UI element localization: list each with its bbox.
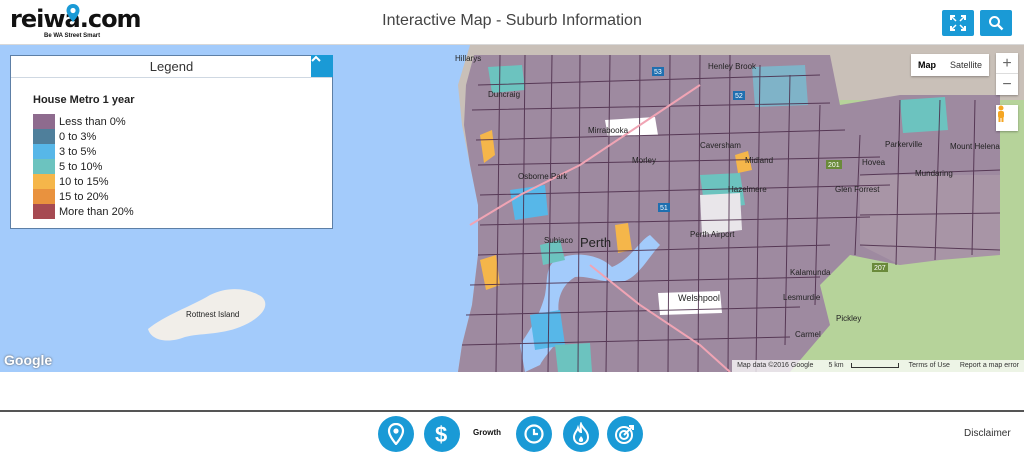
dollar-icon: $ — [435, 422, 447, 446]
map-label: Hovea — [862, 158, 886, 167]
map-label: Parkerville — [885, 140, 923, 149]
map-label: Osborne Park — [518, 172, 568, 181]
svg-text:$: $ — [435, 422, 447, 446]
pegman-icon — [998, 105, 1004, 122]
report-error-link[interactable]: Report a map error — [955, 360, 1024, 372]
map-label: Morley — [632, 156, 656, 165]
zoom-in-button[interactable]: + — [996, 53, 1018, 74]
legend-item: 5 to 10% — [33, 159, 134, 174]
flame-icon — [572, 422, 590, 446]
legend-title: Legend — [11, 56, 332, 78]
map-label: Subiaco — [544, 236, 573, 245]
app-header: reiwa.com Be WA Street Smart Interactive… — [0, 0, 1024, 45]
map-label: Glen Forrest — [835, 185, 880, 194]
map-label: Pickley — [836, 314, 861, 323]
map-label: Caversham — [700, 141, 741, 150]
nav-location-button[interactable] — [378, 416, 414, 452]
map-scale-label: 5 km — [828, 362, 844, 369]
legend-label: Less than 0% — [59, 115, 126, 128]
nav-price-button[interactable]: $ — [424, 416, 460, 452]
legend-swatch — [33, 174, 55, 189]
legend-swatch — [33, 144, 55, 159]
scale-bar — [850, 362, 899, 368]
legend-subtitle: House Metro 1 year — [33, 94, 135, 106]
map-label: Carmel — [795, 330, 821, 339]
map-label: Mirrabooka — [588, 126, 629, 135]
suburb-map[interactable]: 53 52 201 51 207 Hillarys Henley Brook D… — [0, 45, 1024, 372]
page-title: Interactive Map - Suburb Information — [382, 12, 642, 29]
legend-label: 15 to 20% — [59, 190, 109, 203]
legend-item: Less than 0% — [33, 114, 134, 129]
footer-divider — [0, 410, 1024, 412]
map-type-control: Map Satellite — [911, 54, 990, 76]
map-label: Midland — [745, 156, 773, 165]
legend-item: 10 to 15% — [33, 174, 134, 189]
legend-item: 3 to 5% — [33, 144, 134, 159]
road-shield: 53 — [654, 69, 662, 76]
zoom-control: + − — [996, 53, 1018, 95]
search-button[interactable] — [980, 10, 1012, 36]
legend-label: 5 to 10% — [59, 160, 103, 173]
map-type-satellite-button[interactable]: Satellite — [943, 54, 989, 76]
map-pin-icon — [387, 423, 405, 445]
map-label: Perth — [580, 235, 611, 250]
legend-items: Less than 0% 0 to 3% 3 to 5% 5 to 10% 10… — [33, 114, 134, 219]
road-shield: 207 — [874, 265, 886, 272]
map-label: Henley Brook — [708, 62, 757, 71]
map-attribution: Map data ©2016 Google 5 km Terms of Use … — [732, 360, 1024, 372]
map-label: Mundaring — [915, 169, 953, 178]
legend-swatch — [33, 114, 55, 129]
map-label: Perth Airport — [690, 230, 735, 239]
legend-swatch — [33, 189, 55, 204]
map-scale: 5 km — [818, 360, 903, 372]
map-type-map-button[interactable]: Map — [911, 54, 943, 76]
google-logo: Google — [4, 352, 53, 368]
road-shield: 201 — [828, 162, 840, 169]
legend-label: 3 to 5% — [59, 145, 97, 158]
map-label: Hillarys — [455, 54, 481, 63]
logo-tagline: Be WA Street Smart — [44, 33, 101, 39]
legend-swatch — [33, 204, 55, 219]
fullscreen-icon — [950, 15, 966, 31]
disclaimer-link[interactable]: Disclaimer — [964, 428, 1011, 439]
nav-hot-button[interactable] — [563, 416, 599, 452]
chevron-up-icon — [311, 55, 321, 62]
legend-label: 0 to 3% — [59, 130, 97, 143]
map-data-credit: Map data ©2016 Google — [737, 362, 814, 369]
legend-item: 15 to 20% — [33, 189, 134, 204]
map-label: Kalamunda — [790, 268, 831, 277]
legend-panel: Legend House Metro 1 year Less than 0% 0… — [10, 55, 333, 229]
map-label: Duncraig — [488, 90, 520, 99]
map-label: Mount Helena — [950, 142, 1000, 151]
map-label: Welshpool — [678, 293, 720, 303]
road-shield: 52 — [735, 93, 743, 100]
nav-time-button[interactable] — [516, 416, 552, 452]
street-view-pegman[interactable] — [996, 105, 1018, 131]
map-label: Rottnest Island — [186, 310, 239, 319]
legend-collapse-button[interactable] — [311, 55, 333, 77]
legend-item: More than 20% — [33, 204, 134, 219]
zoom-out-button[interactable]: − — [996, 74, 1018, 95]
search-icon — [989, 16, 1004, 31]
terms-link[interactable]: Terms of Use — [904, 360, 955, 372]
growth-label: Growth — [473, 428, 501, 437]
road-shield: 51 — [660, 205, 668, 212]
legend-item: 0 to 3% — [33, 129, 134, 144]
map-label: Hazelmere — [728, 185, 767, 194]
nav-target-button[interactable] — [607, 416, 643, 452]
target-icon — [615, 425, 634, 444]
fullscreen-button[interactable] — [942, 10, 974, 36]
legend-label: More than 20% — [59, 205, 134, 218]
legend-swatch — [33, 159, 55, 174]
legend-label: 10 to 15% — [59, 175, 109, 188]
clock-icon — [524, 424, 544, 444]
map-label: Lesmurdie — [783, 293, 821, 302]
legend-swatch — [33, 129, 55, 144]
